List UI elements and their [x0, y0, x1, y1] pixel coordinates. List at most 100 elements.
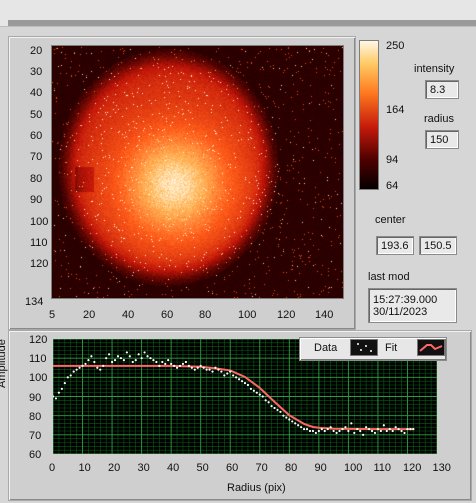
last-mod-label: last mod — [368, 271, 410, 283]
data-point — [382, 424, 385, 427]
data-point — [158, 364, 161, 367]
image-y-tick: 30 — [30, 66, 43, 78]
data-point — [232, 374, 235, 377]
data-point — [122, 358, 125, 362]
image-frame[interactable] — [51, 45, 344, 299]
plot-y-tick: 110 — [29, 353, 47, 366]
image-y-tick: 20 — [30, 45, 43, 57]
data-point — [279, 410, 282, 413]
plot-x-tick: 120 — [403, 462, 422, 474]
last-mod-date: 30/11/2023 — [373, 305, 428, 318]
data-point — [164, 362, 167, 366]
data-point — [320, 427, 323, 431]
legend-fit-label: Fit — [385, 342, 398, 354]
image-y-tick: 120 — [30, 258, 49, 270]
data-point — [409, 427, 412, 431]
data-point — [397, 427, 400, 431]
data-point — [376, 427, 380, 431]
data-point — [308, 429, 312, 433]
last-mod-field[interactable]: 15:27:39.000 30/11/2023 — [368, 288, 457, 323]
data-point — [276, 408, 279, 412]
plot-x-tick: 10 — [78, 462, 91, 474]
data-point — [297, 424, 300, 427]
data-point — [140, 357, 143, 360]
legend-data-icon — [357, 343, 372, 352]
data-point — [356, 427, 359, 431]
data-point — [249, 387, 253, 390]
plot-y-tick: 90 — [29, 391, 42, 404]
radius-field[interactable]: 150 — [425, 130, 459, 149]
data-point — [311, 429, 315, 433]
data-point — [125, 351, 128, 354]
data-point — [87, 358, 90, 362]
data-point — [255, 391, 258, 394]
data-point — [105, 357, 108, 360]
data-point — [184, 360, 188, 364]
legend-data-swatch — [350, 339, 378, 356]
data-point — [167, 358, 170, 362]
data-point — [344, 426, 347, 429]
data-point — [406, 427, 409, 431]
data-point — [412, 427, 415, 431]
data-point — [170, 362, 173, 366]
data-point — [394, 426, 397, 429]
data-point — [134, 358, 137, 362]
radius-label: radius — [424, 113, 454, 125]
data-point — [400, 429, 403, 433]
image-x-tick: 140 — [315, 309, 334, 321]
data-point — [332, 429, 335, 433]
data-point — [270, 404, 273, 408]
legend-fit-swatch — [417, 339, 445, 356]
data-point — [237, 378, 241, 381]
data-point — [199, 364, 202, 367]
data-point — [131, 360, 134, 364]
plot-y-tick: 70 — [29, 430, 42, 442]
center-x-field[interactable]: 193.6 — [376, 236, 414, 255]
data-point — [214, 366, 217, 369]
data-point — [338, 429, 341, 433]
data-point — [370, 429, 374, 433]
data-point — [314, 431, 317, 435]
data-point — [155, 360, 158, 364]
data-point — [240, 380, 244, 383]
data-point — [403, 431, 406, 435]
data-point — [128, 355, 131, 358]
image-y-tick: 100 — [30, 216, 49, 228]
data-point — [223, 374, 226, 377]
data-point — [252, 389, 255, 392]
data-point — [373, 431, 377, 435]
data-point — [96, 366, 99, 369]
data-point — [54, 397, 58, 400]
center-y-field[interactable]: 150.5 — [419, 236, 457, 255]
data-point — [72, 370, 75, 373]
plot-y-tick: 120 — [29, 334, 48, 346]
data-point — [57, 391, 61, 394]
data-point — [78, 366, 81, 369]
image-y-tick: 110 — [30, 237, 48, 249]
data-point — [385, 429, 388, 433]
data-point — [196, 366, 199, 369]
data-point — [229, 370, 232, 373]
image-x-tick: 40 — [122, 309, 135, 321]
data-point — [205, 368, 208, 371]
data-point — [267, 401, 270, 404]
data-point — [187, 364, 190, 367]
colorbar-tick: 250 — [386, 40, 405, 52]
data-point — [264, 399, 267, 402]
intensity-field[interactable]: 8.3 — [425, 80, 459, 99]
image-x-tick: 120 — [277, 309, 296, 321]
data-point — [326, 427, 329, 431]
data-point — [388, 427, 391, 431]
image-y-tick: 134 — [25, 296, 44, 308]
plot-x-tick: 130 — [432, 462, 451, 474]
heatmap-image[interactable] — [52, 46, 343, 298]
data-point — [367, 427, 371, 431]
data-point — [294, 422, 297, 425]
last-mod-time: 15:27:39.000 — [373, 293, 438, 306]
data-point — [300, 426, 303, 429]
data-point — [211, 370, 214, 373]
data-point — [146, 355, 149, 358]
data-point — [226, 372, 229, 375]
data-point — [63, 381, 66, 385]
data-point — [347, 429, 350, 433]
